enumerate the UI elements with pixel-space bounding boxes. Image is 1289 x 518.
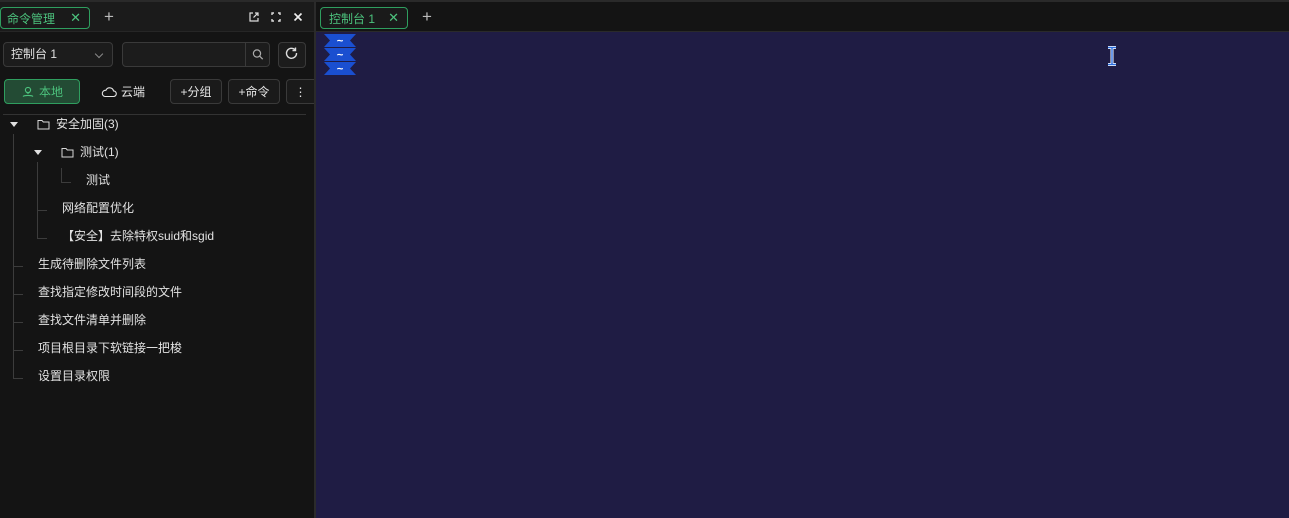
plus-icon[interactable]: + [104,8,114,25]
tree-guide [37,210,47,211]
add-group-button[interactable]: +分组 [170,79,222,104]
console-select-value: 控制台 1 [11,47,58,61]
tree-guide [37,238,47,239]
tree-guide [13,350,23,351]
left-tab-bar: 命令管理 ✕ + [0,2,314,32]
tab-label: 控制台 1 [329,11,376,26]
text-cursor-icon [1108,46,1116,66]
tree-guide [61,182,71,183]
folder-icon [37,120,50,130]
right-tab-bar: 控制台 1 ✕ + [316,2,1289,32]
console-select[interactable]: 控制台 1 [3,42,113,67]
user-location-icon [22,86,34,97]
local-button[interactable]: 本地 [4,79,80,104]
tree-guide [37,162,38,238]
close-icon[interactable]: ✕ [70,10,81,26]
tree-item[interactable]: 项目根目录下软链接一把梭 [38,338,182,358]
tree-guide [13,322,23,323]
tree-folder-test[interactable]: 测试(1) [80,142,119,162]
terminal-line-text: ~ [336,48,344,61]
tree-guide [61,168,62,182]
search-icon [252,49,264,60]
tab-label: 命令管理 [7,11,56,26]
tree-guide [13,378,23,379]
tree-item[interactable]: 生成待删除文件列表 [38,254,146,274]
search-button[interactable] [245,43,269,66]
refresh-icon [285,47,298,59]
terminal-line: ~ [324,48,356,61]
chevron-down-icon [94,49,104,59]
close-panel-icon[interactable] [293,12,303,22]
add-command-button[interactable]: +命令 [228,79,280,104]
terminal-area[interactable]: ~ ~ ~ [316,32,1289,518]
caret-down-icon[interactable] [10,122,18,127]
local-button-label: 本地 [38,85,63,99]
terminal-line: ~ [324,62,356,75]
command-manager-panel: 命令管理 ✕ + 控制台 1 本地 云端 +分组 +命令 ⋮ 安全加固(3) 测… [0,2,314,518]
terminal-line-text: ~ [336,62,344,75]
tree-item[interactable]: 测试 [86,170,110,190]
tab-command-manager[interactable]: 命令管理 ✕ [0,7,90,29]
tree-item[interactable]: 【安全】去除特权suid和sgid [62,226,214,246]
maximize-icon[interactable] [271,12,281,22]
external-link-icon[interactable] [249,12,259,22]
tree-folder-security[interactable]: 安全加固(3) [56,114,119,134]
folder-icon [61,148,74,158]
tree-item[interactable]: 查找文件清单并删除 [38,310,146,330]
tree-item[interactable]: 网络配置优化 [62,198,134,218]
terminal-line-text: ~ [336,34,344,47]
tree-guide [13,134,14,378]
cloud-button-label: 云端 [120,85,145,99]
tree-item[interactable]: 设置目录权限 [38,366,110,386]
more-vertical-icon[interactable]: ⋮ [286,79,314,104]
terminal-line: ~ [324,34,356,47]
plus-icon[interactable]: + [422,8,432,25]
toolbar-divider [3,114,306,115]
tree-guide [13,266,23,267]
caret-down-icon[interactable] [34,150,42,155]
tree-guide [13,294,23,295]
tree-item[interactable]: 查找指定修改时间段的文件 [38,282,182,302]
search-input[interactable] [122,42,270,67]
cloud-button[interactable]: 云端 [90,79,156,104]
refresh-button[interactable] [278,42,306,68]
tab-console-1[interactable]: 控制台 1 ✕ [320,7,408,29]
cloud-icon [101,86,117,97]
app-window: 命令管理 ✕ + 控制台 1 本地 云端 +分组 +命令 ⋮ 安全加固(3) 测… [0,0,1289,518]
close-icon[interactable]: ✕ [388,10,399,26]
